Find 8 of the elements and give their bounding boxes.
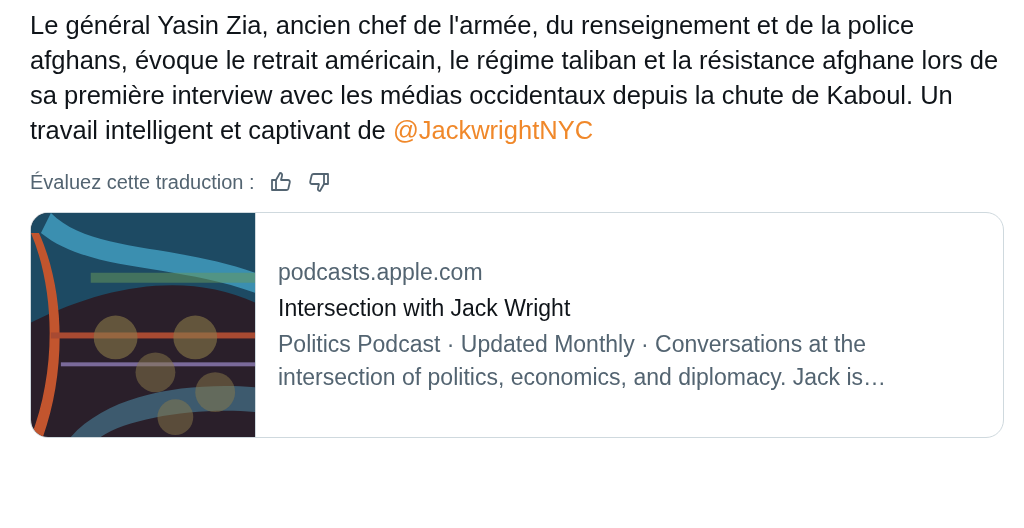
tweet-text: Le général Yasin Zia, ancien chef de l'armée, du renseignement et de la police afghans, évoque le retrait américain, le régime taliban et la résistance afghane lors de sa première interview avec les médias occidentaux depuis la chute de Kaboul. Un travail intelligent et captivant de @JackwrightNYC bbox=[30, 10, 1000, 146]
link-card[interactable]: podcasts.apple.com Intersection with Jack Wright Politics Podcast · Updated Monthly · Conversations at the intersection of politics, economics, and diplomacy. Jack is… bbox=[30, 212, 1004, 438]
thumbs-down-icon[interactable] bbox=[306, 170, 331, 194]
thumbs-up-icon[interactable] bbox=[268, 170, 293, 194]
rating-label: Évaluez cette traduction : bbox=[30, 170, 255, 194]
link-domain: podcasts.apple.com bbox=[278, 258, 484, 287]
link-title: Intersection with Jack Wright bbox=[278, 294, 572, 323]
link-description: Politics Podcast · Updated Monthly · Conversations at the intersection of politics, economics, and diplomacy. Jack is… bbox=[278, 330, 888, 392]
